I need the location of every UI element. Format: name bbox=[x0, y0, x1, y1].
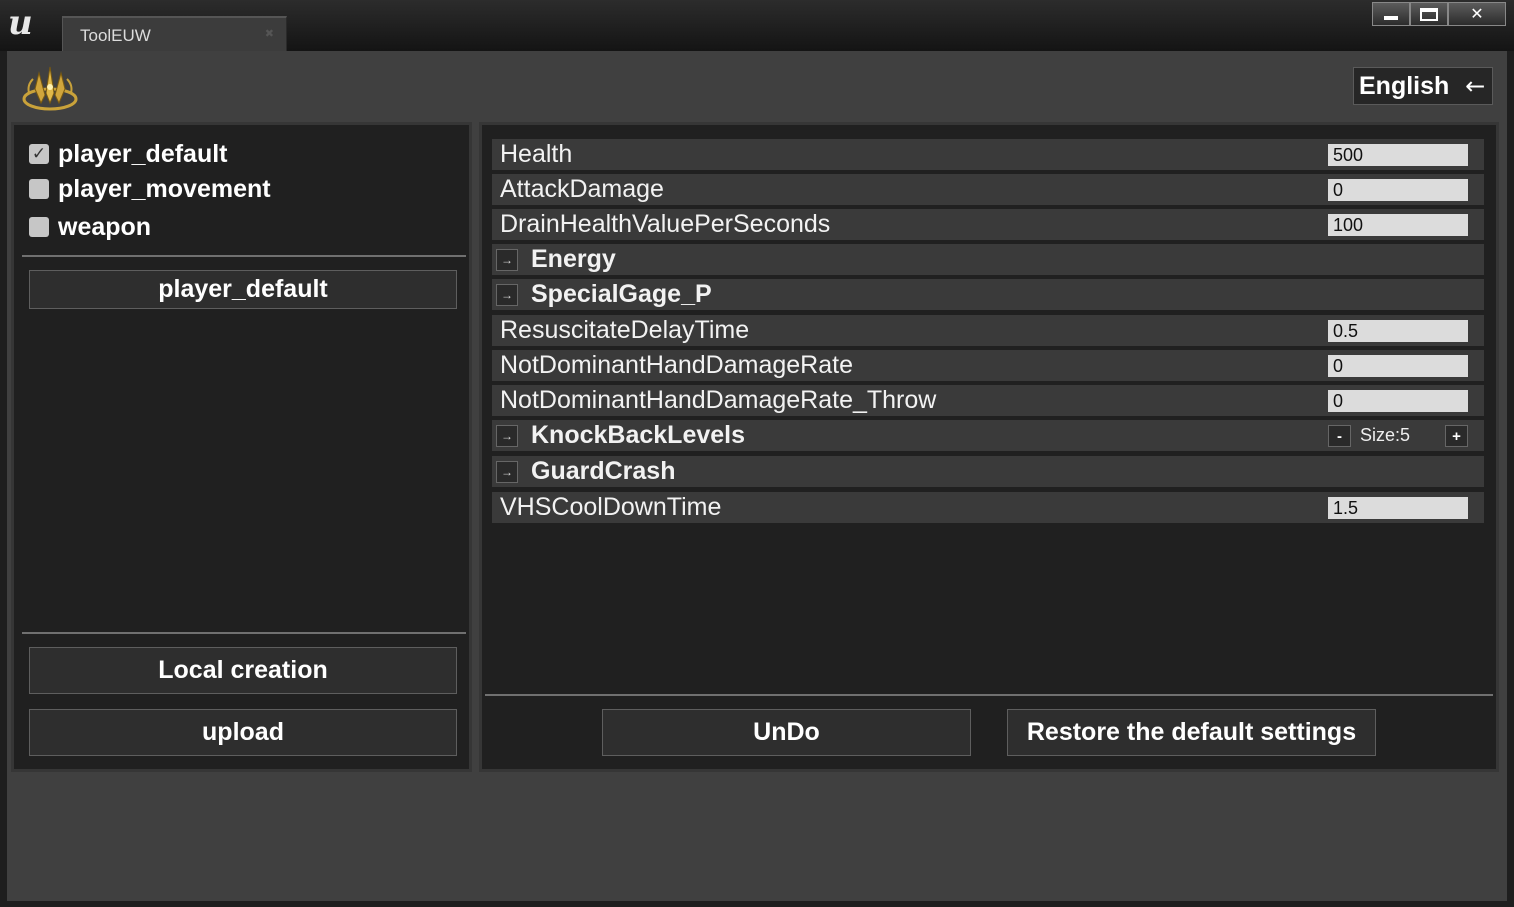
language-selector[interactable]: English ← bbox=[1353, 67, 1493, 105]
expand-arrow-icon[interactable]: → bbox=[496, 249, 518, 271]
property-group-guard-crash[interactable]: → GuardCrash bbox=[492, 456, 1484, 487]
maximize-button[interactable] bbox=[1410, 2, 1448, 26]
property-name: KnockBackLevels bbox=[531, 421, 746, 449]
value-input[interactable]: 100 bbox=[1328, 214, 1468, 236]
checkmark-icon: ✓ bbox=[31, 144, 47, 163]
property-row-resuscitate-delay: ResuscitateDelayTime 0.5 bbox=[492, 315, 1484, 346]
remove-element-button[interactable]: - bbox=[1328, 425, 1351, 447]
property-name: SpecialGage_P bbox=[531, 280, 712, 308]
value-input[interactable]: 500 bbox=[1328, 144, 1468, 166]
category-item-player-default[interactable]: ✓ player_default bbox=[29, 139, 228, 169]
undo-button[interactable]: UnDo bbox=[602, 709, 971, 756]
property-name: NotDominantHandDamageRate bbox=[500, 351, 853, 379]
property-group-energy[interactable]: → Energy bbox=[492, 244, 1484, 275]
property-row-not-dominant-hand-throw: NotDominantHandDamageRate_Throw 0 bbox=[492, 385, 1484, 416]
category-label: weapon bbox=[58, 212, 152, 241]
value-input[interactable]: 0.5 bbox=[1328, 320, 1468, 342]
selected-category-button[interactable]: player_default bbox=[29, 270, 457, 309]
property-name: GuardCrash bbox=[531, 457, 676, 485]
arrow-left-icon: ← bbox=[1465, 72, 1486, 100]
category-item-weapon[interactable]: weapon bbox=[29, 212, 151, 242]
value-input[interactable]: 1.5 bbox=[1328, 497, 1468, 519]
value-input[interactable]: 0 bbox=[1328, 179, 1468, 201]
category-label: player_default bbox=[58, 139, 228, 168]
title-bar[interactable]: u ToolEUW ✖ ✕ bbox=[0, 0, 1514, 51]
value-input[interactable]: 0 bbox=[1328, 390, 1468, 412]
property-array-knockback-levels[interactable]: → KnockBackLevels - Size:5 + bbox=[492, 420, 1484, 451]
minimize-button[interactable] bbox=[1372, 2, 1410, 26]
category-label: player_movement bbox=[58, 174, 271, 203]
minimize-icon bbox=[1384, 16, 1398, 20]
tab-close-icon[interactable]: ✖ bbox=[265, 27, 274, 40]
property-row-drain-health: DrainHealthValuePerSeconds 100 bbox=[492, 209, 1484, 240]
property-name: ResuscitateDelayTime bbox=[500, 316, 750, 344]
unreal-engine-logo-icon: u bbox=[8, 3, 33, 43]
expand-arrow-icon[interactable]: → bbox=[496, 284, 518, 306]
expand-arrow-icon[interactable]: → bbox=[496, 461, 518, 483]
property-name: VHSCoolDownTime bbox=[500, 493, 722, 521]
property-row-attack-damage: AttackDamage 0 bbox=[492, 174, 1484, 205]
close-icon: ✕ bbox=[1470, 6, 1484, 23]
property-name: NotDominantHandDamageRate_Throw bbox=[500, 386, 937, 414]
property-name: Energy bbox=[531, 245, 616, 273]
local-creation-button[interactable]: Local creation bbox=[29, 647, 457, 694]
checkbox-checked[interactable]: ✓ bbox=[29, 144, 49, 164]
property-group-special-gage[interactable]: → SpecialGage_P bbox=[492, 279, 1484, 310]
property-row-vhs-cooldown: VHSCoolDownTime 1.5 bbox=[492, 492, 1484, 523]
upload-button[interactable]: upload bbox=[29, 709, 457, 756]
value-input[interactable]: 0 bbox=[1328, 355, 1468, 377]
category-panel: ✓ player_default player_movement weapon … bbox=[11, 122, 472, 772]
divider bbox=[22, 632, 466, 634]
window-controls: ✕ bbox=[1372, 2, 1506, 26]
app-emblem-icon bbox=[22, 66, 78, 111]
checkbox-unchecked[interactable] bbox=[29, 179, 49, 199]
checkbox-unchecked[interactable] bbox=[29, 217, 49, 237]
divider bbox=[485, 694, 1493, 696]
property-name: DrainHealthValuePerSeconds bbox=[500, 210, 831, 238]
tab-title: ToolEUW bbox=[80, 26, 151, 45]
properties-panel: Health 500 AttackDamage 0 DrainHealthVal… bbox=[479, 122, 1499, 772]
language-label: English bbox=[1359, 71, 1450, 100]
divider bbox=[22, 255, 466, 257]
restore-defaults-button[interactable]: Restore the default settings bbox=[1007, 709, 1376, 756]
property-row-not-dominant-hand: NotDominantHandDamageRate 0 bbox=[492, 350, 1484, 381]
array-size-label: Size:5 bbox=[1360, 425, 1411, 445]
add-element-button[interactable]: + bbox=[1445, 425, 1468, 447]
close-button[interactable]: ✕ bbox=[1448, 2, 1506, 26]
editor-tab[interactable]: ToolEUW ✖ bbox=[62, 16, 287, 51]
property-name: AttackDamage bbox=[500, 175, 664, 203]
expand-arrow-icon[interactable]: → bbox=[496, 425, 518, 447]
property-name: Health bbox=[500, 140, 573, 168]
maximize-icon bbox=[1420, 7, 1438, 21]
property-row-health: Health 500 bbox=[492, 139, 1484, 170]
category-item-player-movement[interactable]: player_movement bbox=[29, 174, 271, 204]
window-content: English ← ✓ player_default player_moveme… bbox=[7, 51, 1507, 901]
